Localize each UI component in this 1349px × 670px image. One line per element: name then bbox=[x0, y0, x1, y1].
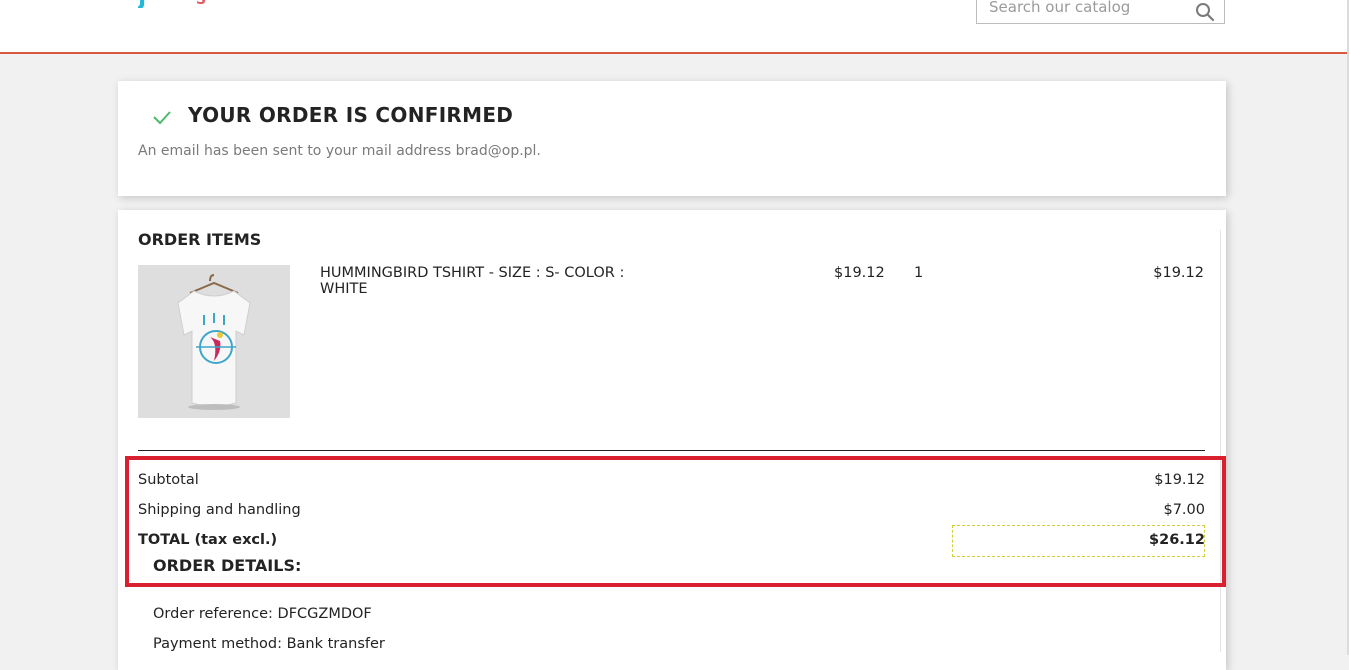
logo-text-accent: S bbox=[196, 0, 207, 8]
column-divider bbox=[1220, 230, 1221, 652]
search-icon[interactable] bbox=[1195, 2, 1215, 22]
order-items-card: ORDER ITEMS HUMMINGBIRD TSHIRT - SIZE : … bbox=[118, 210, 1226, 670]
site-header: J S bbox=[0, 0, 1349, 54]
confirmation-title: YOUR ORDER IS CONFIRMED bbox=[188, 103, 514, 127]
check-icon bbox=[153, 111, 171, 125]
product-image bbox=[138, 265, 290, 418]
unit-price: $19.12 bbox=[834, 265, 885, 281]
line-total: $19.12 bbox=[1153, 265, 1204, 281]
tshirt-image bbox=[138, 265, 290, 418]
site-logo[interactable]: J S bbox=[138, 0, 218, 8]
product-name: HUMMINGBIRD TSHIRT - SIZE : S- COLOR : W… bbox=[320, 265, 625, 297]
subtotal-label: Subtotal bbox=[138, 472, 199, 488]
payment-method: Payment method: Bank transfer bbox=[153, 636, 385, 652]
shipping-value: $7.00 bbox=[1163, 502, 1205, 518]
items-divider bbox=[138, 450, 1205, 451]
shipping-label: Shipping and handling bbox=[138, 502, 301, 518]
total-value: $26.12 bbox=[1149, 532, 1205, 548]
search-box bbox=[976, 0, 1225, 24]
search-input[interactable] bbox=[987, 0, 1191, 17]
quantity: 1 bbox=[914, 265, 924, 281]
logo-text: J bbox=[138, 0, 146, 8]
order-items-title: ORDER ITEMS bbox=[138, 230, 262, 249]
confirmation-message: An email has been sent to your mail addr… bbox=[138, 143, 541, 159]
order-details-title: ORDER DETAILS: bbox=[153, 556, 302, 575]
order-reference: Order reference: DFCGZMDOF bbox=[153, 606, 372, 622]
total-label: TOTAL (tax excl.) bbox=[138, 532, 278, 548]
order-confirmation-card: YOUR ORDER IS CONFIRMED An email has bee… bbox=[118, 81, 1226, 196]
subtotal-value: $19.12 bbox=[1154, 472, 1205, 488]
